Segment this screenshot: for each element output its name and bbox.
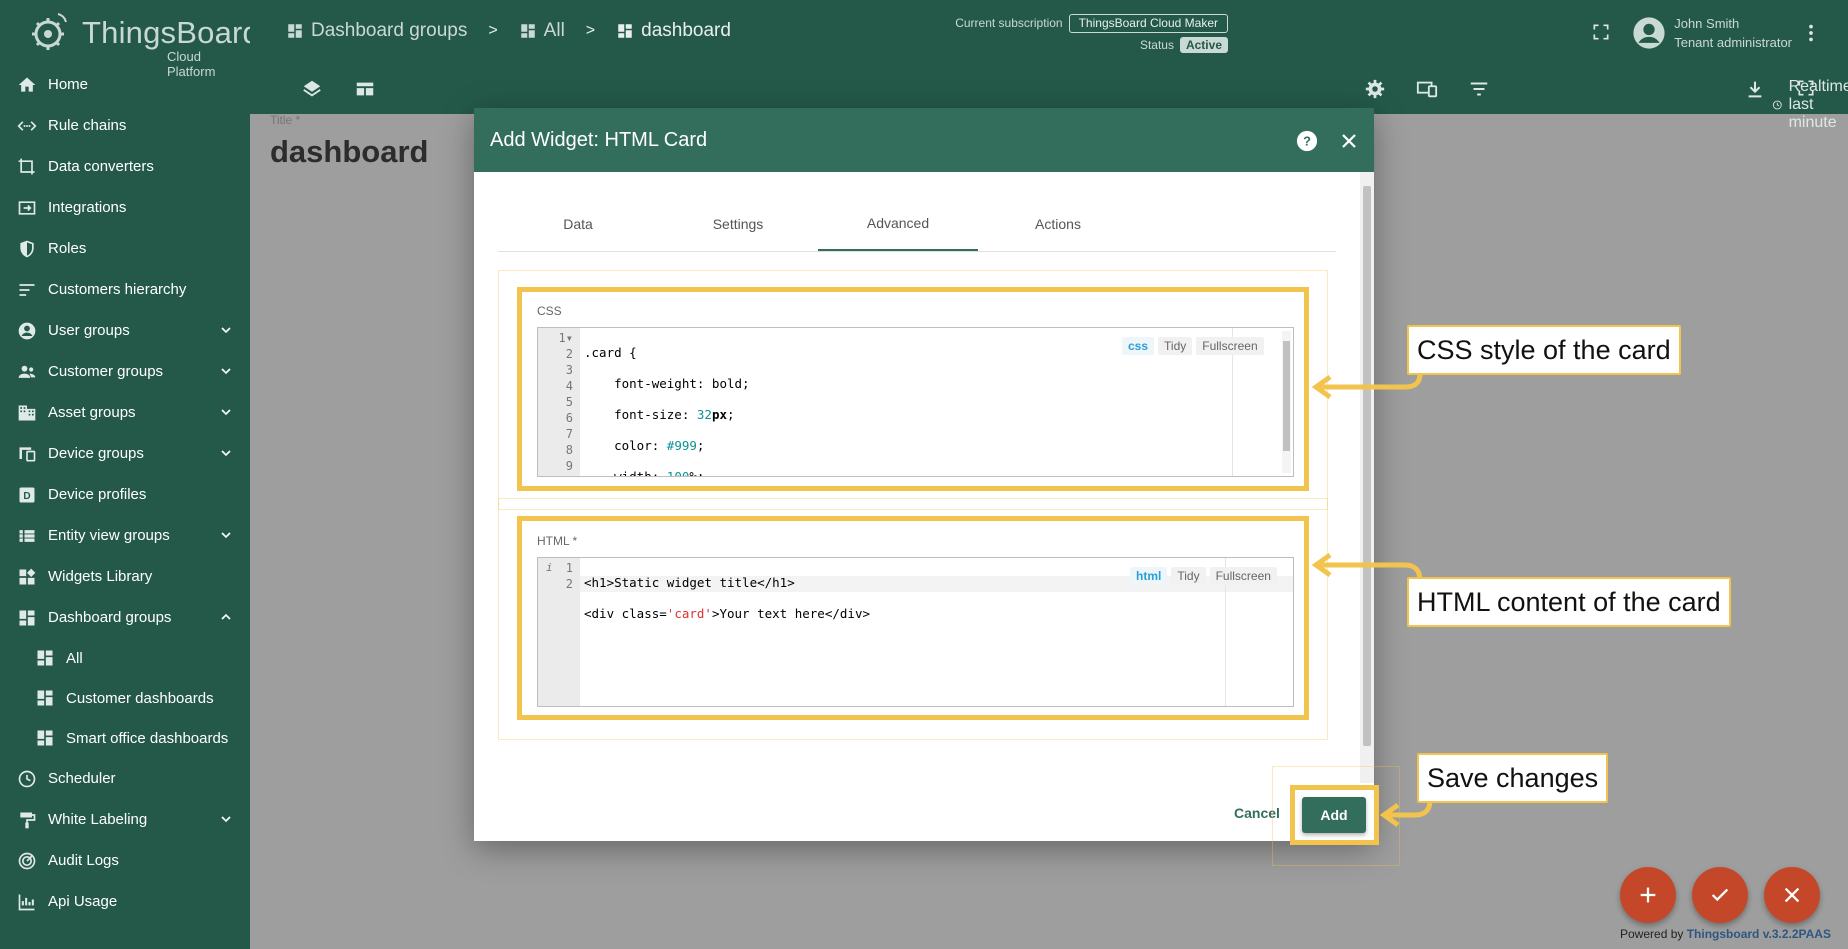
powered-by-prefix: Powered by bbox=[1620, 927, 1684, 941]
powered-by-link[interactable]: Thingsboard v.3.2.2PAAS bbox=[1687, 927, 1831, 941]
powered-by: Powered by Thingsboard v.3.2.2PAAS bbox=[1620, 927, 1831, 941]
save-callout: Save changes bbox=[1417, 753, 1609, 803]
plus-icon bbox=[1640, 887, 1656, 903]
css-callout: CSS style of the card bbox=[1407, 325, 1681, 375]
apply-changes-fab[interactable] bbox=[1692, 867, 1748, 923]
callout-arrows bbox=[1311, 373, 1433, 828]
close-icon bbox=[1784, 887, 1800, 903]
add-widget-fab[interactable] bbox=[1620, 867, 1676, 923]
check-icon bbox=[1711, 888, 1729, 902]
decline-changes-fab[interactable] bbox=[1764, 867, 1820, 923]
html-callout: HTML content of the card bbox=[1407, 577, 1731, 627]
